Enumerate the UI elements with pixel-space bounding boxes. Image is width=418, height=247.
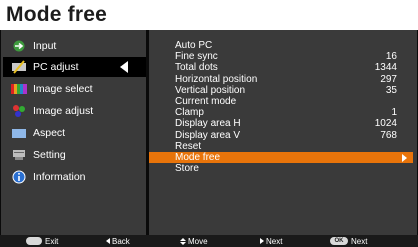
menu-item-label: Aspect: [33, 127, 66, 139]
ok-button-icon: OK: [330, 237, 348, 245]
guide-ok-next: OK Next: [330, 236, 367, 246]
selected-arrow-icon: [120, 61, 128, 73]
left-arrow-icon: [106, 238, 110, 244]
menu-item-image-adjust[interactable]: Image adjust: [3, 101, 146, 121]
submenu-row-horizontal-position[interactable]: Horizontal position 297: [149, 74, 413, 85]
submenu-row-mode-free[interactable]: Mode free: [149, 152, 413, 164]
menu-item-label: Image select: [33, 83, 93, 95]
image-adjust-icon: [11, 104, 27, 118]
menu-item-information[interactable]: Information: [3, 167, 146, 187]
submenu-row-total-dots[interactable]: Total dots 1344: [149, 62, 413, 73]
menu-item-pc-adjust[interactable]: PC adjust: [3, 57, 146, 77]
menu-item-label: Image adjust: [33, 105, 94, 117]
menu-item-setting[interactable]: Setting: [3, 145, 146, 165]
up-down-arrow-icon: [180, 237, 186, 245]
submenu-row-display-area-v[interactable]: Display area V 768: [149, 130, 413, 141]
display-area-h-value: 1024: [374, 118, 397, 130]
fine-sync-value: 16: [385, 51, 397, 63]
menu-item-label: PC adjust: [33, 61, 79, 73]
submenu-row-current-mode[interactable]: Current mode: [149, 96, 413, 107]
aspect-icon: [11, 126, 27, 140]
menu-item-input[interactable]: Input: [3, 36, 146, 56]
pc-adjust-submenu: Auto PC Fine sync 16 Total dots 1344 Hor…: [149, 30, 417, 235]
menu-item-label: Information: [33, 171, 86, 183]
input-icon: [11, 39, 27, 53]
main-menu: Input PC adjust Image select Image adjus…: [1, 30, 146, 235]
submenu-row-auto-pc[interactable]: Auto PC: [149, 40, 413, 51]
submenu-row-store[interactable]: Store: [149, 163, 413, 174]
guide-back: Back: [106, 236, 130, 246]
submenu-row-display-area-h[interactable]: Display area H 1024: [149, 118, 413, 129]
horizontal-position-value: 297: [380, 73, 397, 85]
clamp-value: 1: [391, 107, 397, 119]
vertical-position-value: 35: [385, 84, 397, 96]
guide-exit: Exit: [26, 236, 58, 246]
menu-item-label: Setting: [33, 149, 66, 161]
submenu-row-vertical-position[interactable]: Vertical position 35: [149, 85, 413, 96]
setting-icon: [11, 148, 27, 162]
menu-item-label: Input: [33, 40, 57, 52]
menu-item-image-select[interactable]: Image select: [3, 79, 146, 99]
chevron-right-icon: [402, 154, 407, 162]
submenu-row-fine-sync[interactable]: Fine sync 16: [149, 51, 413, 62]
key-guide-bar: Exit Back Move Next OK Next: [0, 235, 418, 247]
total-dots-value: 1344: [374, 62, 397, 74]
image-select-icon: [11, 82, 27, 96]
pc-adjust-icon: [11, 60, 27, 74]
guide-move: Move: [180, 236, 208, 246]
information-icon: [11, 170, 27, 184]
right-arrow-icon: [260, 238, 264, 244]
projector-osd: Input PC adjust Image select Image adjus…: [0, 30, 418, 247]
display-area-v-value: 768: [380, 129, 397, 141]
submenu-row-clamp[interactable]: Clamp 1: [149, 107, 413, 118]
submenu-row-reset[interactable]: Reset: [149, 141, 413, 152]
menu-item-aspect[interactable]: Aspect: [3, 123, 146, 143]
page-title: Mode free: [6, 3, 107, 26]
menu-button-icon: [26, 237, 42, 245]
guide-next: Next: [260, 236, 282, 246]
